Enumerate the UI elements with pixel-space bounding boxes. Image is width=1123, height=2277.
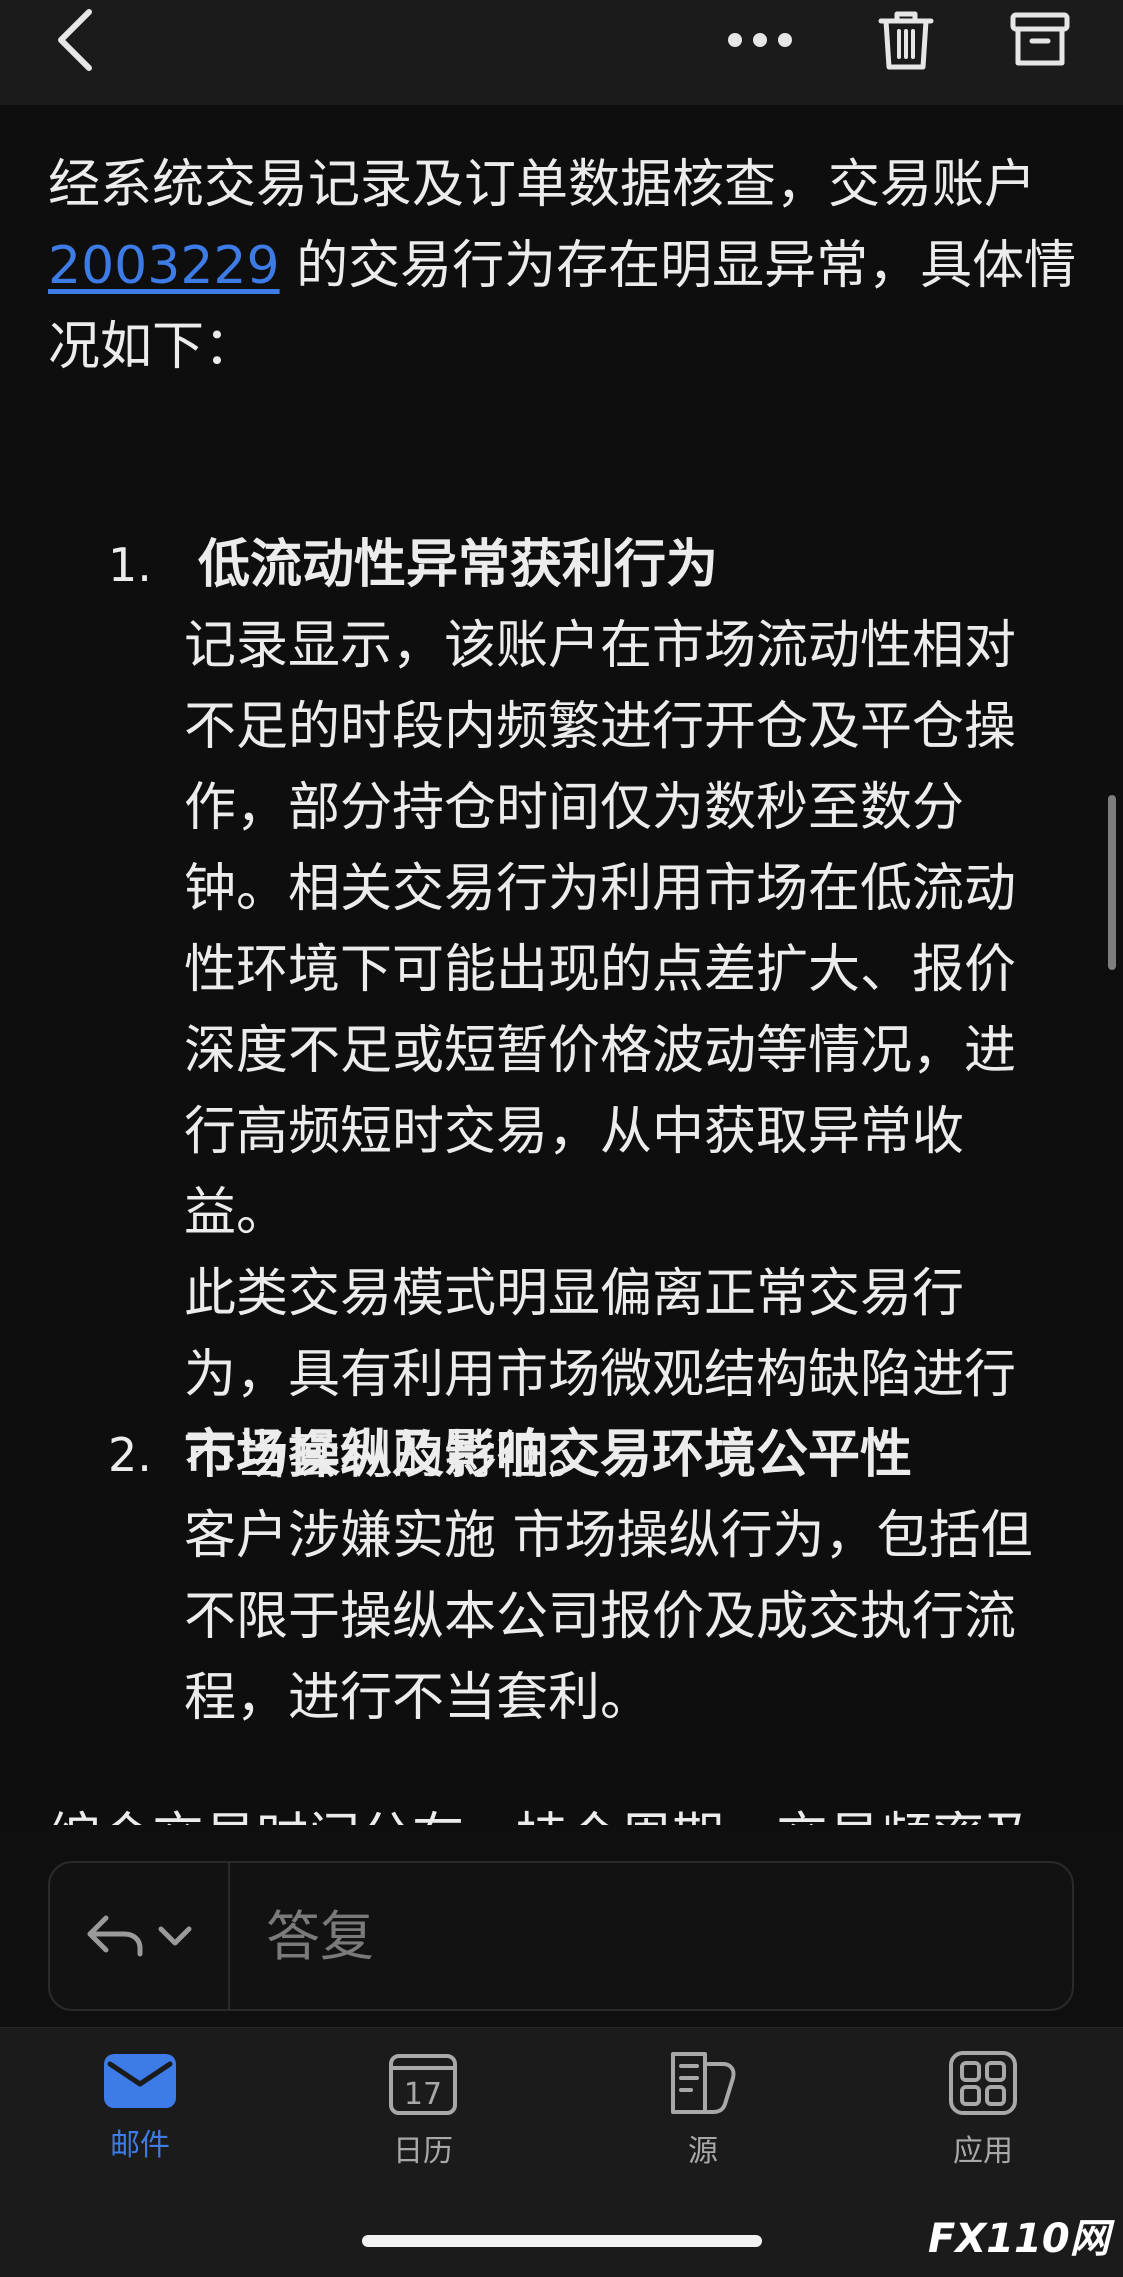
more-button[interactable] (720, 0, 800, 80)
home-indicator[interactable] (362, 2235, 762, 2247)
delete-button[interactable] (866, 0, 946, 80)
tab-feeds[interactable]: 源 (593, 2050, 813, 2190)
reply-options-button[interactable] (50, 1863, 230, 2009)
feeds-icon (671, 2052, 736, 2114)
back-button[interactable] (40, 0, 110, 80)
tab-label: 日历 (393, 2134, 453, 2169)
account-link[interactable]: 2003229 (48, 236, 280, 296)
watermark-logo: FX110网 (928, 2206, 1110, 2264)
list-item-number: 2. (108, 1428, 152, 1482)
tab-label: 应用 (953, 2134, 1013, 2169)
more-dots-icon (728, 33, 792, 47)
chevron-down-icon (158, 1926, 192, 1946)
reply-input[interactable] (230, 1863, 1070, 2009)
reply-bar (0, 1825, 1123, 2027)
tab-mail[interactable]: 邮件 (30, 2050, 250, 2190)
partial-text-line: 综合交易时间分布、持仓周期、交易频率及 (48, 1798, 1036, 1825)
trash-icon (878, 11, 934, 70)
list-item-body: 客户涉嫌实施 市场操纵行为，包括但 不限于操纵本公司报价及成交执行流 程，进行不… (184, 1506, 1033, 1728)
tab-label: 源 (688, 2134, 718, 2169)
list-item-number: 1. (108, 538, 152, 592)
list-item-title: 低流动性异常获利行为 (198, 535, 719, 595)
scrollbar[interactable] (1108, 795, 1116, 970)
top-toolbar (0, 0, 1123, 105)
intro-prefix: 经系统交易记录及订单数据核查，交易账户 (48, 155, 1037, 215)
chevron-left-icon (58, 9, 92, 71)
apps-icon (949, 2051, 1017, 2115)
archive-button[interactable] (1000, 0, 1080, 80)
archive-icon (1010, 12, 1070, 66)
reply-arrow-icon (87, 1915, 143, 1957)
message-body: 经系统交易记录及订单数据核查，交易账户 2003229 的交易行为存在明显异常，具… (0, 105, 1123, 1825)
tab-label: 邮件 (110, 2128, 170, 2163)
list-item-title: 市场操纵及影响交易环境公平性 (184, 1425, 913, 1485)
mail-icon (104, 2054, 176, 2108)
list-item-body: 记录显示，该账户在市场流动性相对 不足的时段内频繁进行开仓及平仓操 作，部分持仓… (184, 616, 1017, 1486)
calendar-icon: 17 (389, 2054, 457, 2115)
calendar-day: 17 (404, 2077, 442, 2112)
tab-calendar[interactable]: 17 日历 (313, 2050, 533, 2190)
intro-paragraph: 经系统交易记录及订单数据核查，交易账户 2003229 的交易行为存在明显异常，具… (48, 145, 1088, 388)
reply-box (48, 1861, 1074, 2011)
tab-apps[interactable]: 应用 (873, 2050, 1093, 2190)
